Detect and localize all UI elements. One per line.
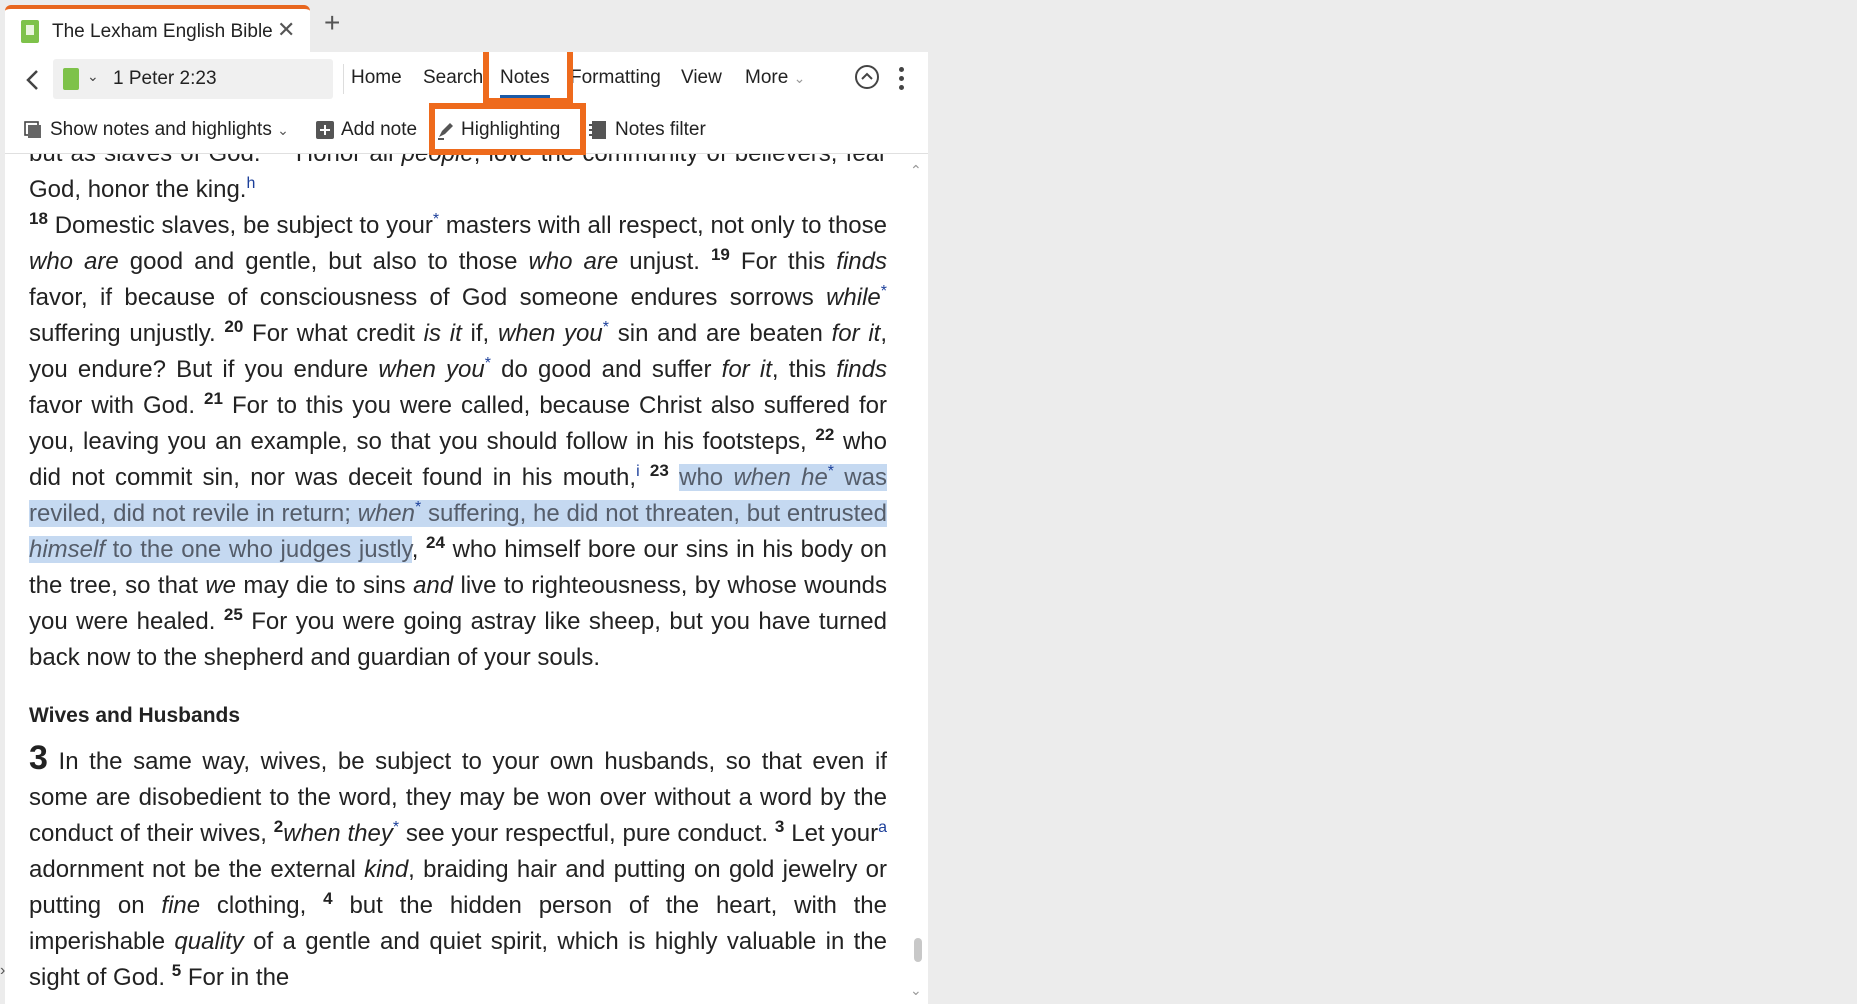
show-notes-dropdown[interactable]: Show notes and highlights ⌄ xyxy=(50,119,289,141)
highlighter-pen-icon xyxy=(438,123,453,140)
bible-text[interactable]: but as slaves of God. 17 Honor all peopl… xyxy=(29,154,887,1004)
close-icon[interactable]: ✕ xyxy=(277,17,295,43)
chapter-number: 3 xyxy=(29,739,48,777)
back-arrow-icon[interactable] xyxy=(21,66,45,94)
bible-panel: ⌄ 1 Peter 2:23 Home Search Notes Formatt… xyxy=(5,52,928,1004)
tab-lexham[interactable]: The Lexham English Bible ✕ xyxy=(5,5,310,52)
footnote-link[interactable]: h xyxy=(246,175,255,192)
main-toolbar: ⌄ 1 Peter 2:23 Home Search Notes Formatt… xyxy=(5,52,928,106)
add-tab-icon[interactable]: + xyxy=(324,9,340,37)
paragraph: 3 In the same way, wives, be subject to … xyxy=(29,739,887,991)
more-options-icon[interactable] xyxy=(897,65,905,91)
scrollbar-thumb[interactable] xyxy=(914,938,922,962)
menu-view[interactable]: View xyxy=(681,67,722,89)
expand-sidebar-icon[interactable]: › xyxy=(0,962,5,980)
reference-input[interactable]: 1 Peter 2:23 xyxy=(113,68,217,90)
tab-bar: The Lexham English Bible ✕ + xyxy=(0,0,1857,52)
scroll-down-icon[interactable]: ⌄ xyxy=(910,982,922,999)
chevron-down-icon: ⌄ xyxy=(793,70,806,86)
show-notes-label: Show notes and highlights xyxy=(50,119,272,140)
chevron-down-icon[interactable]: ⌄ xyxy=(87,68,99,85)
highlighting-button[interactable]: Highlighting xyxy=(461,119,560,141)
add-note-button[interactable]: Add note xyxy=(341,119,417,141)
footnote-link[interactable]: i xyxy=(636,463,640,480)
section-heading: Wives and Husbands xyxy=(29,704,241,727)
add-note-icon xyxy=(316,121,334,139)
toolbar-divider xyxy=(343,64,344,94)
paragraph: but as slaves of God. 17 Honor all peopl… xyxy=(29,154,887,203)
menu-notes[interactable]: Notes xyxy=(500,67,550,98)
menu-home[interactable]: Home xyxy=(351,67,402,89)
notes-filter-button[interactable]: Notes filter xyxy=(615,119,706,141)
bible-book-icon xyxy=(63,68,79,90)
menu-more-label: More xyxy=(745,67,789,88)
notes-layers-icon xyxy=(24,121,41,138)
tab-title: The Lexham English Bible xyxy=(52,21,273,42)
notes-toolbar: Show notes and highlights ⌄ Add note Hig… xyxy=(5,106,928,154)
paragraph: 18 Domestic slaves, be subject to your* … xyxy=(29,209,887,671)
bible-book-icon xyxy=(21,20,39,43)
menu-more[interactable]: More ⌄ xyxy=(745,67,805,89)
scroll-up-icon[interactable]: ⌃ xyxy=(910,162,922,179)
menu-formatting[interactable]: Formatting xyxy=(570,67,661,89)
collapse-up-icon[interactable] xyxy=(855,65,879,89)
notes-filter-icon xyxy=(589,121,606,139)
menu-search[interactable]: Search xyxy=(423,67,483,89)
chevron-down-icon: ⌄ xyxy=(277,122,289,138)
footnote-link[interactable]: a xyxy=(878,819,887,836)
reference-box[interactable]: ⌄ 1 Peter 2:23 xyxy=(53,59,333,99)
